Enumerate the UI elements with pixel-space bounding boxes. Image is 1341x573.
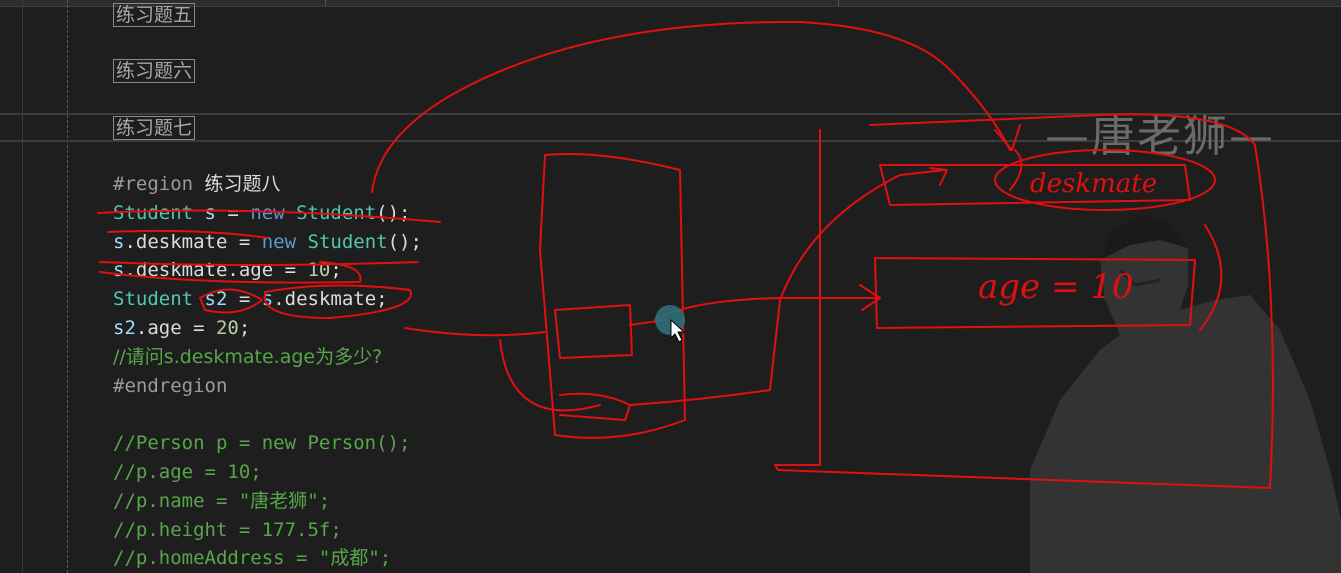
red-ink-annotations: deskmate age = 10	[97, 20, 1274, 489]
circle-stroke	[264, 284, 412, 319]
pen-stroke	[1199, 224, 1223, 331]
underline-stroke	[107, 229, 269, 239]
circle-stroke	[199, 288, 263, 314]
underline-stroke	[99, 261, 419, 266]
arrow-curve	[371, 20, 1011, 193]
pen-stroke	[1009, 149, 1023, 191]
annotation-age: age = 10	[978, 267, 1134, 307]
mouse-cursor-highlight	[655, 305, 685, 335]
stack-cell	[554, 304, 633, 359]
annotation-deskmate: deskmate	[1030, 169, 1157, 199]
underline-stroke	[97, 209, 441, 223]
connector-stroke	[404, 327, 546, 337]
arrow-line	[654, 297, 881, 321]
